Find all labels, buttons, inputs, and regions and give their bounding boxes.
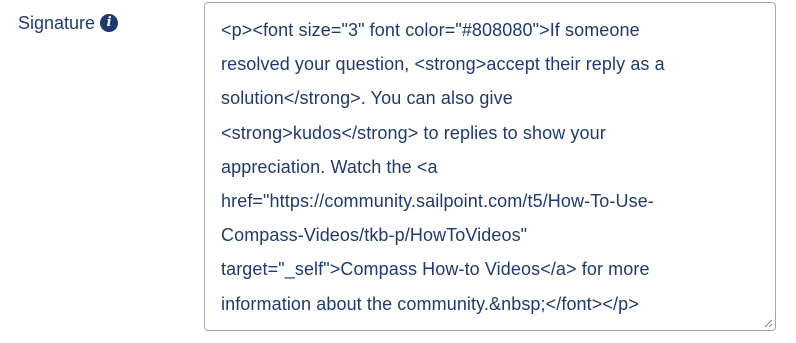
info-circle-icon[interactable]: i	[100, 14, 119, 32]
signature-form-row: Signature i <p><font size="3" font color…	[0, 0, 796, 343]
signature-textarea[interactable]: <p><font size="3" font color="#808080">I…	[204, 2, 776, 331]
signature-textarea-value[interactable]: <p><font size="3" font color="#808080">I…	[221, 13, 759, 321]
resize-handle-icon[interactable]	[764, 319, 773, 328]
signature-label: Signature	[18, 13, 96, 33]
signature-label-group: Signature i	[18, 11, 119, 35]
